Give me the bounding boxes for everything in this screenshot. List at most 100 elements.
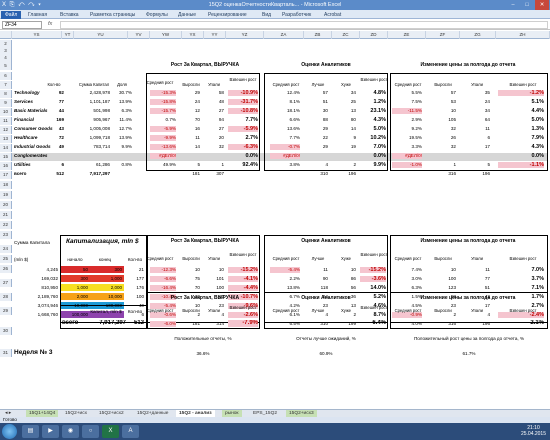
row-header[interactable]: 18 xyxy=(0,181,12,189)
row-header[interactable]: 21 xyxy=(0,211,12,219)
row-header[interactable]: 27 xyxy=(0,279,12,287)
sector-capital: 905,967 xyxy=(93,117,110,122)
title-bar: X ⎘ ↶ ↷ ▾ 15Q2 оценкаОтчетностиКварталь.… xyxy=(0,0,550,10)
maximize-button[interactable]: □ xyxy=(520,0,534,10)
sector-share: 6.3% xyxy=(121,108,132,113)
sector-share: 0.8% xyxy=(121,162,132,167)
column-header[interactable]: YU xyxy=(74,31,128,39)
tab-review[interactable]: Рецензирование xyxy=(208,11,247,19)
column-header[interactable]: ZC xyxy=(332,31,360,39)
row-header[interactable]: 28 xyxy=(0,293,12,301)
browser-icon[interactable]: ◉ xyxy=(62,425,79,438)
sector-share: 9.9% xyxy=(121,144,132,149)
media-player-icon[interactable]: ▶ xyxy=(42,425,59,438)
bucket-capital: 3,074,946 xyxy=(37,303,58,308)
sector-count: 169 xyxy=(56,117,64,122)
analyst-frame xyxy=(264,73,388,171)
column-header[interactable]: ZH xyxy=(496,31,550,39)
row-header[interactable]: 11 xyxy=(0,117,12,125)
column-header[interactable]: ZB xyxy=(304,31,332,39)
select-all-corner[interactable] xyxy=(0,31,12,39)
row-header[interactable]: 12 xyxy=(0,126,12,134)
capital-sum-label: Сумма Капитала xyxy=(14,240,50,245)
explorer-icon[interactable]: ▤ xyxy=(22,425,39,438)
row-header[interactable]: 19 xyxy=(0,191,12,199)
tab-formulas[interactable]: Формулы xyxy=(146,11,168,19)
tab-acrobat[interactable]: Acrobat xyxy=(324,11,341,19)
row-header[interactable]: 8 xyxy=(0,90,12,98)
sector-capital: 1,101,187 xyxy=(89,99,110,104)
price-frame xyxy=(390,292,548,329)
sector-share: 13.9% xyxy=(118,99,132,104)
fx-icon[interactable]: fx xyxy=(48,21,52,27)
opera-icon[interactable]: ○ xyxy=(82,425,99,438)
bucket-capital: 810,950 xyxy=(41,285,58,290)
growth-frame xyxy=(146,73,260,171)
row-header[interactable]: 14 xyxy=(0,144,12,152)
column-header[interactable]: YZ xyxy=(226,31,264,39)
price-change-header: Изменение цены за полгода до отчета xyxy=(420,62,516,68)
tab-insert[interactable]: Вставка xyxy=(60,11,79,19)
row-header[interactable]: 5 xyxy=(0,62,12,70)
week-label: Неделя № 3 xyxy=(14,349,53,356)
row-header[interactable]: 13 xyxy=(0,135,12,143)
capital-label: Сумма Капитал xyxy=(78,83,110,87)
count-label: Кол-во xyxy=(47,83,61,87)
row-header[interactable]: 26 xyxy=(0,265,12,273)
start-button-icon[interactable] xyxy=(2,424,17,439)
row-header[interactable]: 22 xyxy=(0,221,12,229)
minimize-button[interactable]: – xyxy=(506,0,520,10)
sector-count: 72 xyxy=(58,135,64,140)
row-header[interactable]: 31 xyxy=(0,349,12,357)
bucket-capital: 2,189,760 xyxy=(37,294,58,299)
column-header[interactable]: ZD xyxy=(360,31,388,39)
total-worse: 196 xyxy=(348,171,356,176)
tab-data[interactable]: Данные xyxy=(178,11,196,19)
formula-input[interactable] xyxy=(60,21,548,29)
total-better: 310 xyxy=(320,171,328,176)
column-header[interactable]: YY xyxy=(204,31,226,39)
column-header[interactable]: YX xyxy=(182,31,204,39)
column-header[interactable]: ZE xyxy=(388,31,426,39)
clock[interactable]: 21:10 25.04.2015 xyxy=(521,425,546,437)
row-header[interactable]: 17 xyxy=(0,171,12,179)
row-header[interactable]: 15 xyxy=(0,153,12,161)
quick-access-toolbar[interactable]: X ⎘ ↶ ↷ ▾ xyxy=(2,0,42,10)
positive-price-label: Положительный рост цены за полгода до от… xyxy=(413,336,525,341)
analyst-header: Оценки Аналитиков xyxy=(301,62,351,68)
tab-view[interactable]: Вид xyxy=(262,11,271,19)
growth-frame xyxy=(146,292,260,329)
tab-home[interactable]: Главная xyxy=(28,11,47,19)
share-label: Доля xyxy=(117,83,127,87)
row-header[interactable]: 20 xyxy=(0,201,12,209)
close-button[interactable]: ✕ xyxy=(535,0,549,10)
row-header[interactable]: 16 xyxy=(0,162,12,170)
sector-capital: 1,099,718 xyxy=(89,135,110,140)
row-header[interactable]: 23 xyxy=(0,231,12,239)
row-header[interactable]: 7 xyxy=(0,81,12,89)
row-header[interactable]: 30 xyxy=(0,327,12,335)
window-title: 15Q2 оценкаОтчетностиКварталь... - Micro… xyxy=(208,2,342,8)
tab-file[interactable]: Файл xyxy=(1,11,22,19)
column-header[interactable]: ZG xyxy=(460,31,496,39)
column-header[interactable]: ZF xyxy=(426,31,460,39)
pdf-icon[interactable]: A xyxy=(122,425,139,438)
tab-page-layout[interactable]: Разметка страницы xyxy=(90,11,135,19)
column-header[interactable]: ZA xyxy=(264,31,304,39)
row-header[interactable]: 10 xyxy=(0,108,12,116)
name-box[interactable]: ZF34 xyxy=(2,21,42,29)
row-header[interactable]: 9 xyxy=(0,99,12,107)
column-header[interactable]: YT xyxy=(62,31,74,39)
row-header[interactable]: 29 xyxy=(0,307,12,315)
column-header[interactable]: YS xyxy=(12,31,62,39)
row-header[interactable]: 25 xyxy=(0,255,12,263)
column-header[interactable]: YW xyxy=(150,31,182,39)
row-header[interactable]: 24 xyxy=(0,245,12,253)
column-header[interactable]: YV xyxy=(128,31,150,39)
ribbon-tabs: Файл Главная Вставка Разметка страницы Ф… xyxy=(0,10,550,19)
worksheet-grid[interactable]: YS YT YU YV YW YX YY YZ ZA ZB ZC ZD ZE Z… xyxy=(0,31,550,409)
tab-developer[interactable]: Разработчик xyxy=(282,11,311,19)
row-header[interactable]: 4 xyxy=(0,54,12,62)
excel-icon[interactable]: X xyxy=(102,425,119,438)
row-header[interactable]: 6 xyxy=(0,72,12,80)
